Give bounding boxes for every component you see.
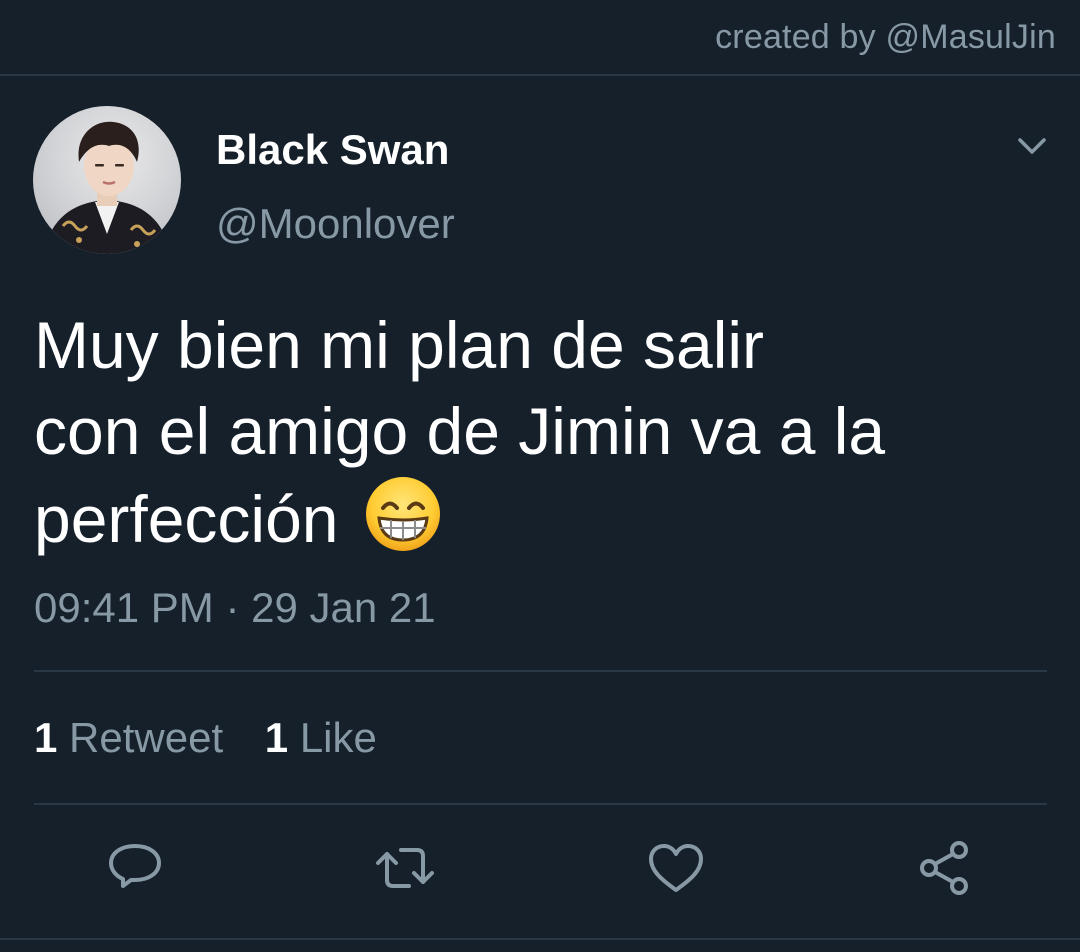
tweet-text-line: perfección (34, 474, 994, 562)
speech-bubble-icon[interactable] (103, 836, 167, 900)
share-icon[interactable] (913, 836, 977, 900)
top-divider (0, 74, 1080, 76)
chevron-down-icon[interactable] (1012, 128, 1052, 164)
avatar[interactable] (33, 106, 181, 254)
tweet-text-line: con el amigo de Jimin va a la (34, 394, 886, 468)
likes-count: 1 (264, 714, 289, 761)
tweet-timestamp[interactable]: 09:41 PM · 29 Jan 21 (34, 584, 436, 632)
tweet-date: 29 Jan 21 (251, 584, 436, 631)
likes-stat[interactable]: 1 Like (265, 714, 377, 762)
tweet-text-line-content: perfección (34, 482, 339, 556)
timestamp-separator: · (225, 584, 240, 631)
retweets-count: 1 (34, 714, 58, 761)
tweet-text-line: Muy bien mi plan de salir (34, 308, 764, 382)
display-name[interactable]: Black Swan (216, 126, 449, 174)
user-handle[interactable]: @Moonlover (216, 200, 455, 248)
tweet-stats: 1 Retweet 1 Like (34, 714, 377, 762)
retweets-label: Retweet (69, 714, 224, 761)
divider (34, 803, 1047, 805)
divider (34, 670, 1047, 672)
tweet-text: Muy bien mi plan de salir con el amigo d… (34, 302, 994, 562)
heart-icon[interactable] (644, 836, 708, 900)
tweet-time: 09:41 PM (34, 584, 214, 631)
likes-label: Like (299, 714, 377, 761)
retweet-icon[interactable] (373, 836, 437, 900)
credit-text: created by @MasulJin (715, 18, 1056, 56)
grinning-face-emoji-icon (365, 477, 440, 551)
bottom-divider (0, 938, 1080, 940)
retweets-stat[interactable]: 1 Retweet (34, 714, 223, 762)
